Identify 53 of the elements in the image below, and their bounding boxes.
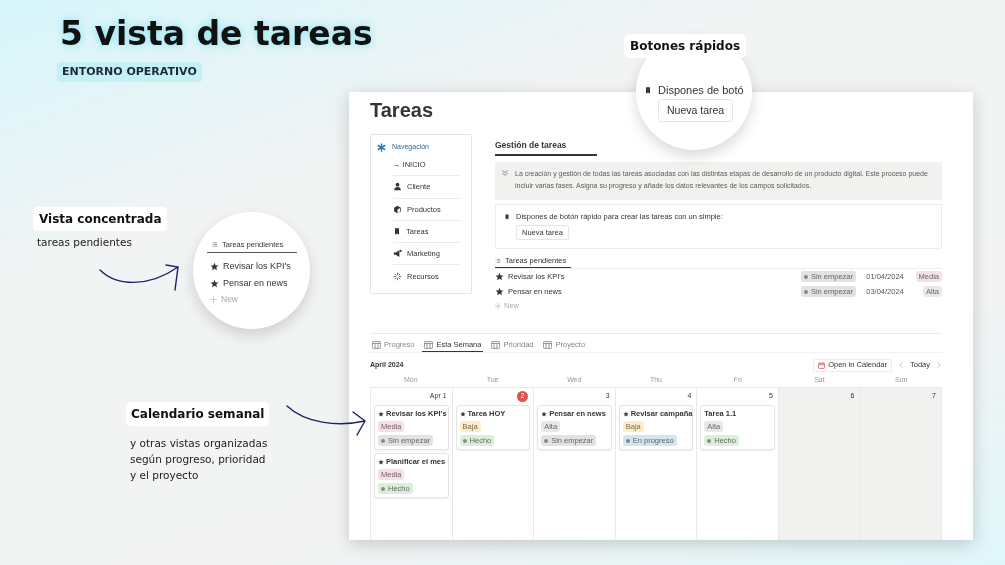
star-icon [541,410,548,417]
status-dot-icon [381,486,385,491]
double-chevron-icon [501,169,509,177]
status-dot-icon [803,274,808,279]
status-dot-icon [462,438,467,443]
callout-label: Vista concentrada [33,207,168,231]
table-icon [543,341,553,349]
zoomed-text: Dispones de botó [658,83,744,98]
status-dot-icon [544,438,549,443]
subtitle-badge: ENTORNO OPERATIVO [57,62,202,82]
callout-text: y el proyecto [130,468,200,483]
star-icon [495,287,504,296]
status-dot-icon [803,289,808,294]
bookmark-icon [393,227,401,237]
slide-title: 5 vista de tareas [60,14,373,54]
star-icon [378,458,384,465]
status-dot-icon [381,438,385,443]
task-name: Pensar en news [223,276,288,290]
bookmark-icon [504,213,510,221]
person-icon [393,182,402,192]
callout-text: según progreso, prioridad [130,452,267,467]
plus-icon [495,302,501,309]
chevron-left-icon[interactable] [898,362,904,368]
table-icon [424,340,434,349]
callout-text: tareas pendientes [37,235,132,250]
star-icon [495,272,504,281]
star-icon [210,279,219,288]
asterisk-icon [377,143,386,152]
table-icon [372,341,381,349]
star-icon [210,262,219,271]
list-icon [211,241,218,248]
megaphone-icon [393,249,402,259]
list-icon [495,257,501,264]
callout-label: Botones rápidos [624,34,747,58]
chevron-right-icon[interactable] [936,362,942,368]
new-task-button[interactable]: Nueva tarea [658,99,734,122]
page-title: Tareas [370,98,433,122]
sparkle-icon [393,272,402,282]
status-dot-icon [707,438,712,443]
table-icon [491,341,501,349]
callout-text: y otras vistas organizadas [130,436,268,451]
bookmark-icon [644,84,652,96]
task-name: Revisar los KPI's [223,259,291,273]
cube-icon [393,204,402,214]
callout-label: Calendario semanal [126,402,270,426]
star-icon [459,410,466,417]
plus-icon [210,295,217,303]
status-dot-icon [625,438,630,443]
calendar-icon [818,361,826,369]
new-row-label: New [221,292,238,306]
star-icon [378,410,384,417]
star-icon [622,410,629,417]
section-tab[interactable]: Gestión de tareas [495,134,597,156]
